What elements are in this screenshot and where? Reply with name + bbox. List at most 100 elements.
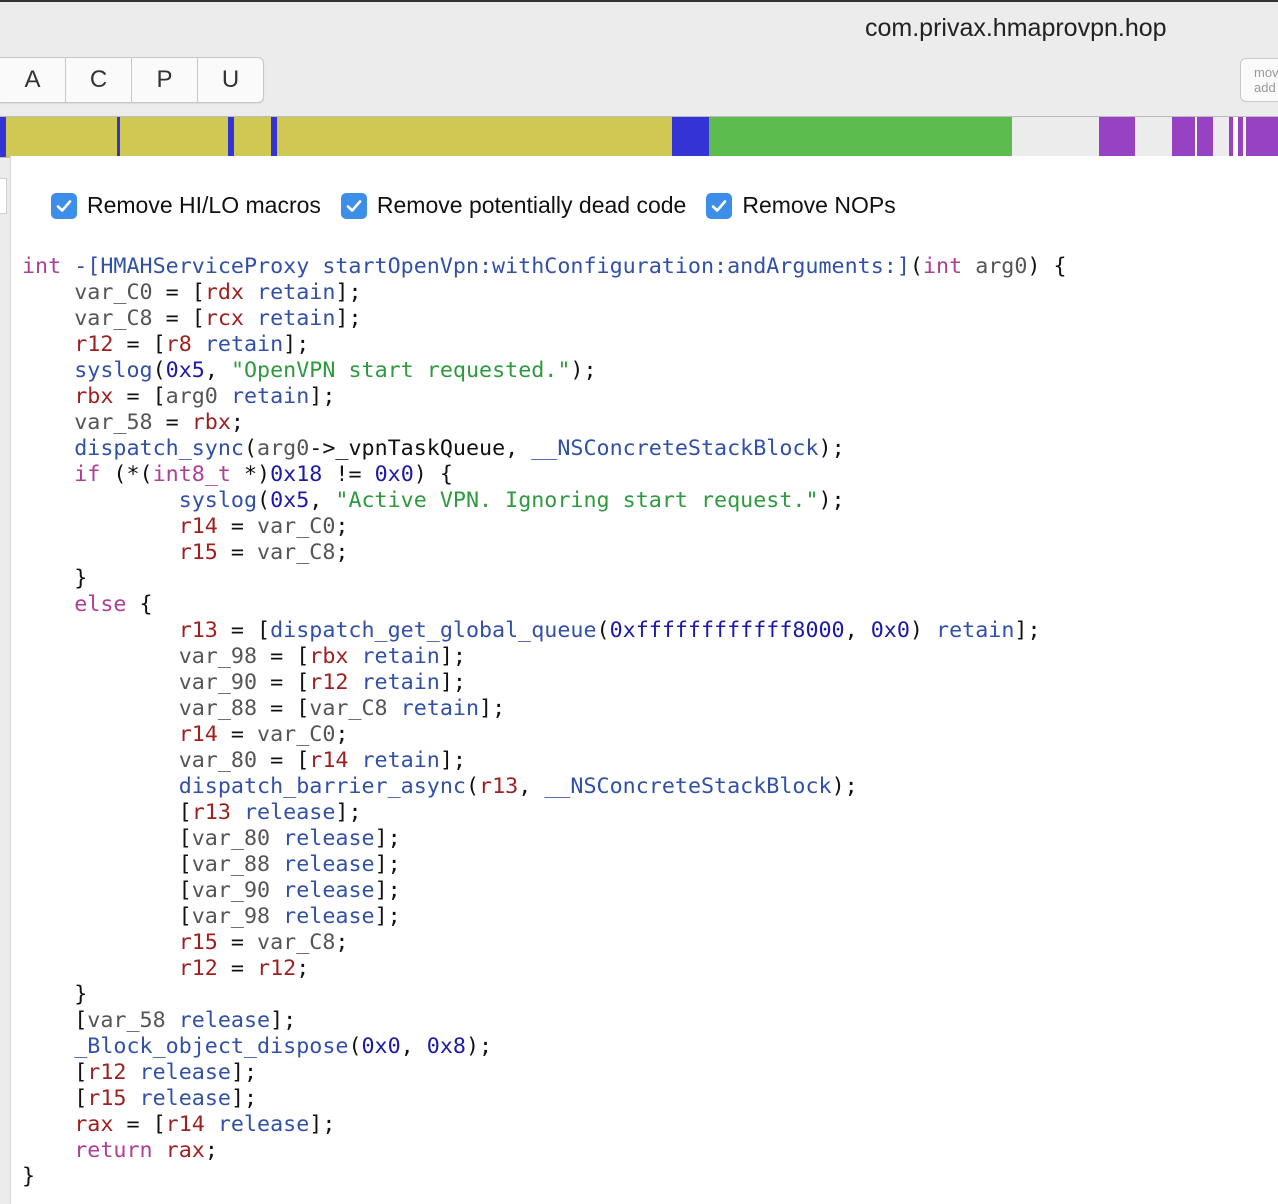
code-register[interactable]: r13 xyxy=(179,618,218,643)
code-register[interactable]: rax xyxy=(74,1112,113,1137)
code-variable[interactable]: var_88 xyxy=(179,696,257,721)
code-register[interactable]: r12 xyxy=(309,670,348,695)
code-register[interactable]: r13 xyxy=(192,800,231,825)
code-symbol[interactable]: release xyxy=(283,904,374,929)
code-symbol[interactable]: _Block_object_dispose xyxy=(74,1034,348,1059)
option-remove-nops[interactable]: Remove NOPs xyxy=(706,192,896,219)
mode-button-a[interactable]: A xyxy=(0,58,66,102)
nav-segment-external[interactable] xyxy=(1197,117,1213,157)
code-register[interactable]: r14 xyxy=(309,748,348,773)
code-symbol[interactable]: dispatch_sync xyxy=(74,436,244,461)
code-symbol[interactable]: retain xyxy=(257,280,335,305)
code-variable[interactable]: var_C8 xyxy=(257,540,335,565)
checkbox-remove-hilo-macros[interactable] xyxy=(51,192,77,219)
code-variable[interactable]: arg0 xyxy=(257,436,309,461)
nav-segment-code[interactable] xyxy=(276,117,673,157)
code-register[interactable]: r15 xyxy=(87,1086,126,1111)
code-register[interactable]: rbx xyxy=(309,644,348,669)
code-variable[interactable]: var_98 xyxy=(192,904,270,929)
code-symbol[interactable]: release xyxy=(140,1086,231,1111)
code-number: 0xffffffffffff8000 xyxy=(609,618,845,643)
code-symbol[interactable]: __NSConcreteStackBlock xyxy=(531,436,818,461)
code-register[interactable]: r15 xyxy=(179,540,218,565)
code-symbol[interactable]: retain xyxy=(257,306,335,331)
mode-button-u[interactable]: U xyxy=(198,58,263,102)
nav-segment-empty[interactable] xyxy=(1011,117,1099,157)
code-register[interactable]: rdx xyxy=(205,280,244,305)
code-register[interactable]: r12 xyxy=(257,956,296,981)
pseudocode-text[interactable]: int -[HMAHServiceProxy startOpenVpn:with… xyxy=(22,254,1067,1190)
code-register[interactable]: r14 xyxy=(179,514,218,539)
nav-segment-code[interactable] xyxy=(234,117,272,157)
code-variable[interactable]: var_C0 xyxy=(74,280,152,305)
code-symbol[interactable]: dispatch_barrier_async xyxy=(179,774,466,799)
code-register[interactable]: r12 xyxy=(74,332,113,357)
code-symbol[interactable]: release xyxy=(283,878,374,903)
code-variable[interactable]: var_90 xyxy=(179,670,257,695)
code-symbol[interactable]: release xyxy=(283,826,374,851)
code-variable[interactable]: var_C8 xyxy=(74,306,152,331)
code-register[interactable]: rax xyxy=(166,1138,205,1163)
code-symbol[interactable]: release xyxy=(283,852,374,877)
code-variable[interactable]: var_58 xyxy=(87,1008,165,1033)
code-register[interactable]: r8 xyxy=(166,332,192,357)
code-register[interactable]: r14 xyxy=(166,1112,205,1137)
code-register[interactable]: r15 xyxy=(179,930,218,955)
mode-button-p[interactable]: P xyxy=(132,58,198,102)
code-symbol[interactable]: retain xyxy=(401,696,479,721)
code-symbol[interactable]: retain xyxy=(362,644,440,669)
code-punct xyxy=(22,436,74,461)
code-symbol[interactable]: dispatch_get_global_queue xyxy=(270,618,596,643)
option-remove-hilo-macros[interactable]: Remove HI/LO macros xyxy=(51,192,321,219)
code-symbol[interactable]: retain xyxy=(231,384,309,409)
code-variable[interactable]: var_80 xyxy=(192,826,270,851)
nav-segment-external[interactable] xyxy=(1171,117,1195,157)
code-symbol[interactable]: retain xyxy=(936,618,1014,643)
code-variable[interactable]: arg0 xyxy=(975,254,1027,279)
code-symbol[interactable]: syslog xyxy=(74,358,152,383)
nav-segment-proc[interactable] xyxy=(672,117,710,157)
nav-segment-code[interactable] xyxy=(120,117,228,157)
code-symbol[interactable]: release xyxy=(140,1060,231,1085)
code-symbol[interactable]: retain xyxy=(362,670,440,695)
code-register[interactable]: rcx xyxy=(205,306,244,331)
code-variable[interactable]: var_98 xyxy=(179,644,257,669)
code-register[interactable]: rbx xyxy=(74,384,113,409)
code-symbol[interactable]: __NSConcreteStackBlock xyxy=(544,774,831,799)
code-variable[interactable]: var_C8 xyxy=(309,696,387,721)
nav-segment-code[interactable] xyxy=(6,117,117,157)
code-symbol[interactable]: -[HMAHServiceProxy startOpenVpn:withConf… xyxy=(74,254,910,279)
code-variable[interactable]: arg0 xyxy=(166,384,218,409)
code-symbol[interactable]: release xyxy=(179,1008,270,1033)
code-register[interactable]: r14 xyxy=(179,722,218,747)
code-symbol[interactable]: release xyxy=(218,1112,309,1137)
code-symbol[interactable]: syslog xyxy=(179,488,257,513)
nav-segment-empty[interactable] xyxy=(1134,117,1172,157)
code-register[interactable]: r12 xyxy=(87,1060,126,1085)
segment-navigation-bar[interactable] xyxy=(0,116,1278,158)
checkbox-remove-nops[interactable] xyxy=(706,192,733,219)
code-punct: ]; xyxy=(374,904,401,929)
option-remove-dead-code[interactable]: Remove potentially dead code xyxy=(340,192,686,219)
code-symbol[interactable]: release xyxy=(244,800,335,825)
code-register[interactable]: r13 xyxy=(479,774,518,799)
code-register[interactable]: r12 xyxy=(179,956,218,981)
checkbox-remove-dead-code[interactable] xyxy=(340,192,367,219)
code-variable[interactable]: var_58 xyxy=(74,410,152,435)
code-variable[interactable]: var_C8 xyxy=(257,930,335,955)
mode-button-c[interactable]: C xyxy=(66,58,132,102)
nav-segment-external[interactable] xyxy=(1098,117,1135,157)
code-variable[interactable]: var_88 xyxy=(192,852,270,877)
code-register[interactable]: rbx xyxy=(192,410,231,435)
code-variable[interactable]: var_C0 xyxy=(257,722,335,747)
code-symbol[interactable]: retain xyxy=(362,748,440,773)
nav-segment-external[interactable] xyxy=(1246,117,1278,157)
code-symbol[interactable]: retain xyxy=(205,332,283,357)
nav-segment-data[interactable] xyxy=(709,117,1012,157)
instruction-mode-button[interactable]: mov add xyxy=(1240,58,1278,102)
code-punct: = xyxy=(217,540,258,565)
code-variable[interactable]: var_80 xyxy=(179,748,257,773)
code-variable[interactable]: var_C0 xyxy=(257,514,335,539)
nav-segment-empty[interactable] xyxy=(1212,117,1230,157)
code-variable[interactable]: var_90 xyxy=(192,878,270,903)
